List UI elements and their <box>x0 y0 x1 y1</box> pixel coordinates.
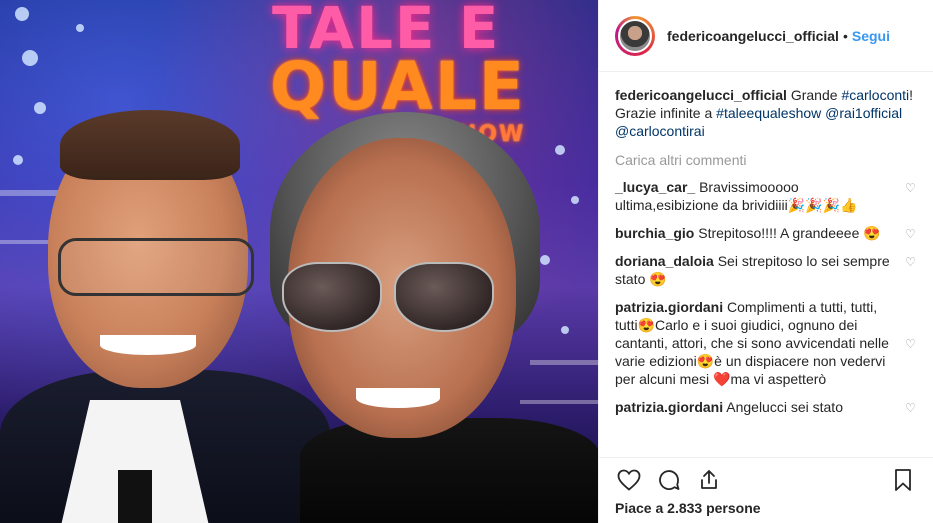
right-person-smile <box>356 388 440 408</box>
left-person-smile <box>100 335 196 355</box>
left-person-hair <box>60 110 240 180</box>
small-heart-icon[interactable]: ♡ <box>905 338 917 350</box>
lens-left <box>282 262 382 332</box>
avatar-story-ring[interactable] <box>615 15 655 56</box>
left-person-glasses <box>58 238 254 296</box>
comment-item: _lucya_car_ Bravissimooooo ultima,esibiz… <box>615 178 917 214</box>
right-person-suit <box>300 418 598 523</box>
post-footer: Piace a 2.833 persone <box>599 457 933 523</box>
small-heart-icon[interactable]: ♡ <box>905 182 917 194</box>
left-person-tie <box>118 470 152 523</box>
comment-text: Angelucci sei stato <box>726 399 843 415</box>
small-heart-icon[interactable]: ♡ <box>905 402 917 414</box>
comment-username[interactable]: burchia_gio <box>615 225 694 241</box>
share-icon[interactable] <box>695 466 723 494</box>
comment-icon[interactable] <box>655 466 683 494</box>
comment-username[interactable]: doriana_daloia <box>615 253 714 269</box>
post: TALE E QUALE SHOW federicoangelucci_offi… <box>0 0 933 523</box>
post-side-panel: federicoangelucci_official • Segui feder… <box>598 0 933 523</box>
mention-link[interactable]: @carlocontirai <box>615 123 705 139</box>
comment-item: burchia_gio Strepitoso!!!! A grandeeee 😍… <box>615 224 917 242</box>
action-bar <box>615 462 917 498</box>
mention-link[interactable]: @rai1official <box>825 105 902 121</box>
bookmark-icon[interactable] <box>889 466 917 494</box>
comment-username[interactable]: _lucya_car_ <box>615 179 695 195</box>
caption-username[interactable]: federicoangelucci_official <box>615 87 787 103</box>
heart-icon[interactable] <box>615 466 643 494</box>
comment-username[interactable]: patrizia.giordani <box>615 299 723 315</box>
follow-button[interactable]: Segui <box>852 28 890 44</box>
comment-username[interactable]: patrizia.giordani <box>615 399 723 415</box>
comment-item: patrizia.giordani Angelucci sei stato ♡ <box>615 398 917 416</box>
lens-right <box>394 262 494 332</box>
header-username[interactable]: federicoangelucci_official <box>667 28 839 44</box>
hashtag-link[interactable]: #carloconti <box>841 87 909 103</box>
post-header: federicoangelucci_official • Segui <box>599 0 933 72</box>
load-more-comments-link[interactable]: Carica altri commenti <box>615 152 917 168</box>
post-caption: federicoangelucci_official Grande #carlo… <box>615 86 917 140</box>
likes-count[interactable]: Piace a 2.833 persone <box>615 500 917 516</box>
hashtag-link[interactable]: #taleequaleshow <box>716 105 821 121</box>
comments-list[interactable]: federicoangelucci_official Grande #carlo… <box>599 72 933 457</box>
comment-text: Strepitoso!!!! A grandeeee 😍 <box>698 225 881 241</box>
comment-item: doriana_daloia Sei strepitoso lo sei sem… <box>615 252 917 288</box>
caption-text-1: Grande <box>790 87 838 103</box>
small-heart-icon[interactable]: ♡ <box>905 256 917 268</box>
post-photo[interactable]: TALE E QUALE SHOW <box>0 0 598 523</box>
right-person-sunglasses <box>282 262 494 334</box>
comment-item: patrizia.giordani Complimenti a tutti, t… <box>615 298 917 388</box>
avatar[interactable] <box>618 18 652 53</box>
small-heart-icon[interactable]: ♡ <box>905 228 917 240</box>
separator-dot: • <box>842 27 848 44</box>
